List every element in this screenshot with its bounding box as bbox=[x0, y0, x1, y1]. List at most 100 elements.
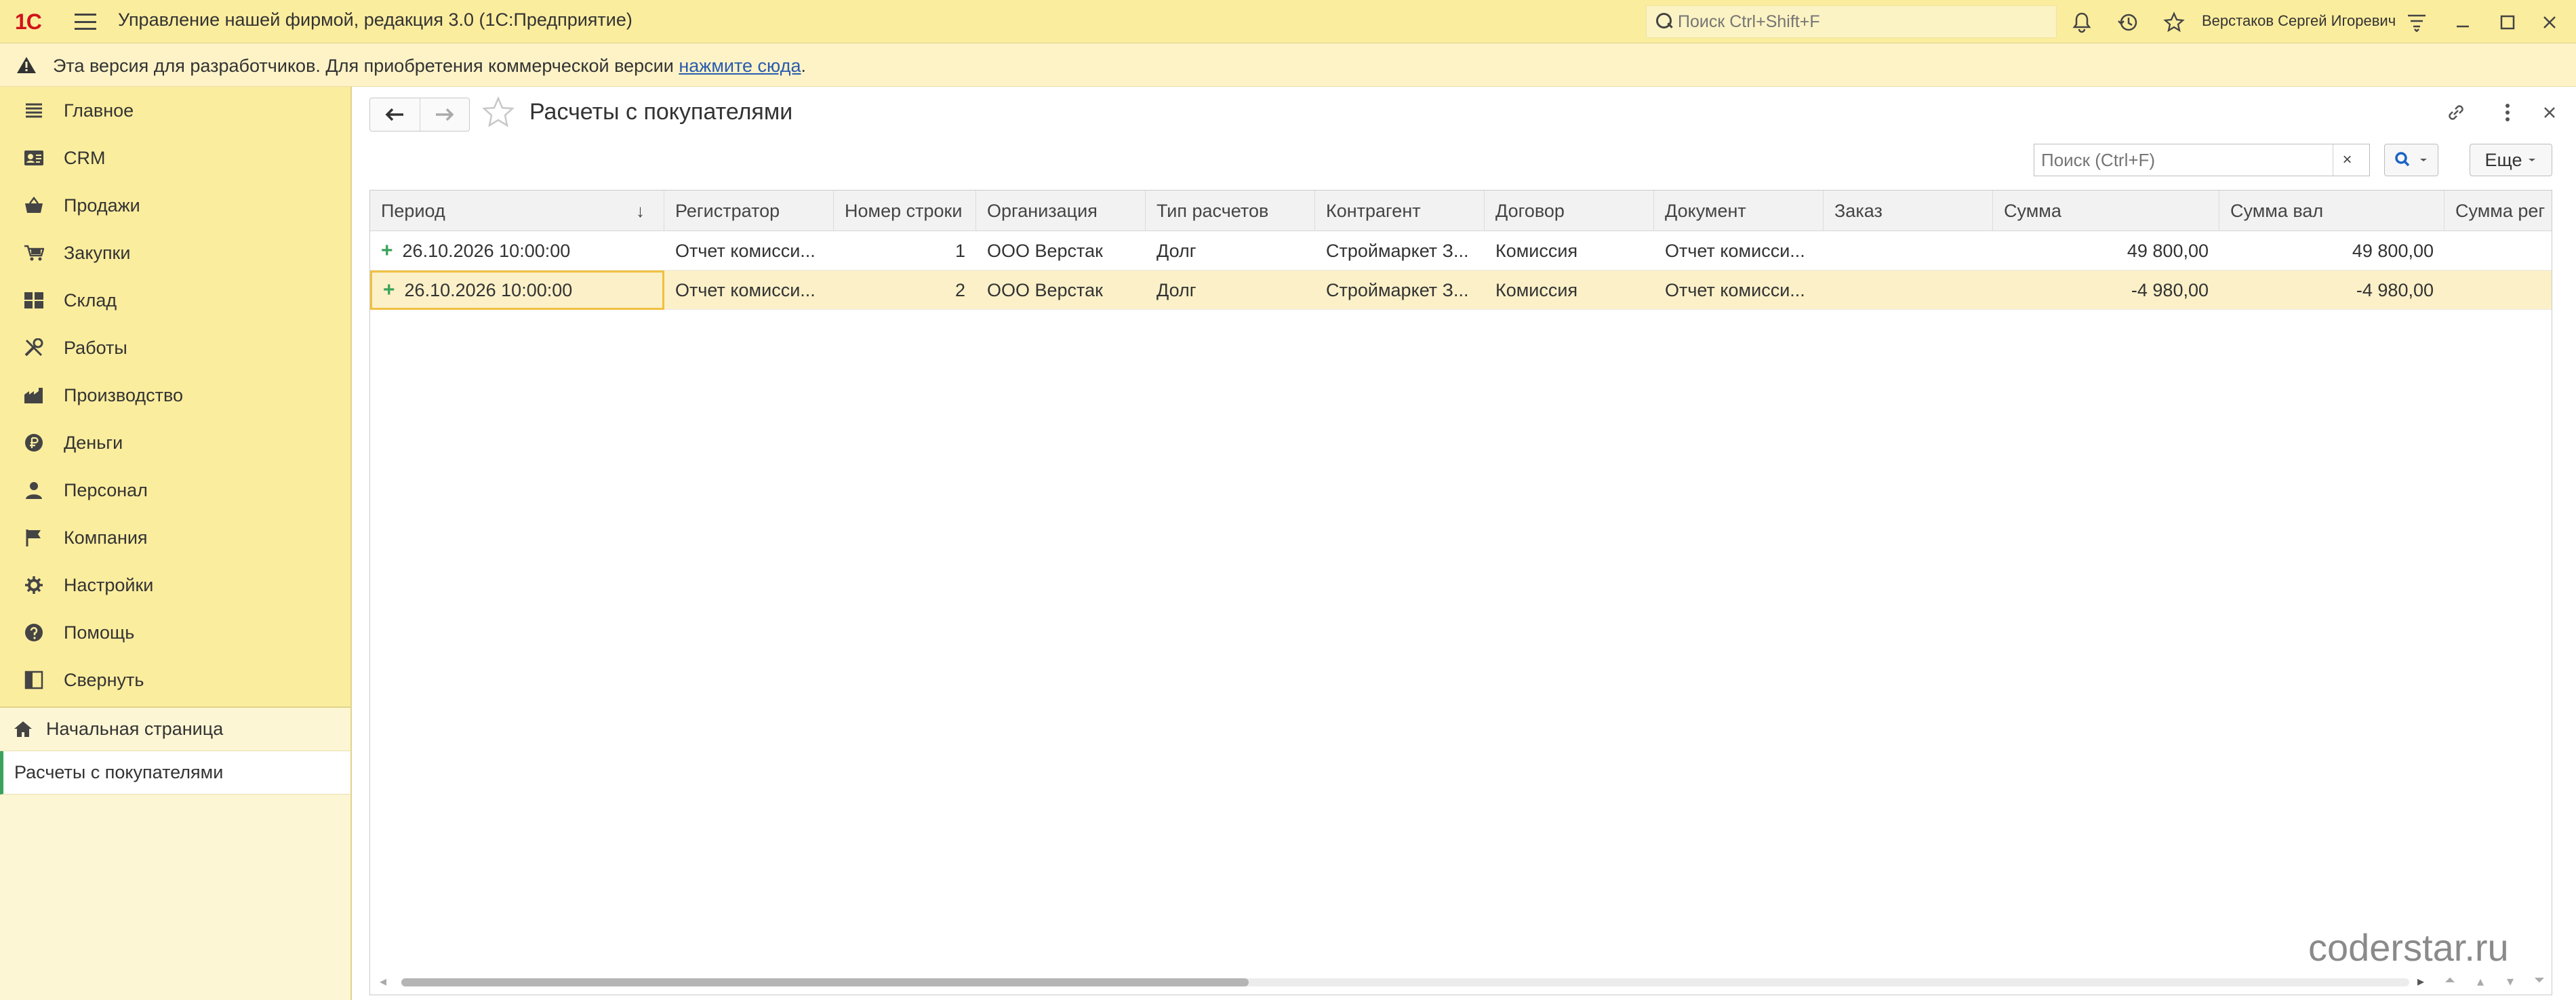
column-header-registrar[interactable]: Регистратор bbox=[664, 191, 834, 231]
cell-line-number[interactable]: 1 bbox=[834, 231, 976, 271]
list-search-field[interactable]: × bbox=[2034, 144, 2370, 176]
close-form-icon[interactable] bbox=[2537, 100, 2562, 125]
scrollbar-thumb[interactable] bbox=[401, 978, 1249, 986]
sidebar-item-label: Персонал bbox=[64, 479, 148, 500]
scroll-last-icon[interactable]: ⏷ bbox=[2534, 973, 2545, 988]
cell-document[interactable]: Отчет комисси... bbox=[1654, 271, 1824, 310]
cell-amount-reg[interactable] bbox=[2444, 231, 2552, 271]
contact-card-icon bbox=[23, 147, 45, 169]
minimize-icon[interactable] bbox=[2450, 9, 2476, 35]
more-vertical-icon[interactable] bbox=[2495, 100, 2520, 125]
sidebar-item-help[interactable]: Помощь bbox=[0, 609, 350, 656]
global-search[interactable] bbox=[1646, 5, 2057, 38]
favorites-star-icon[interactable] bbox=[2161, 9, 2187, 35]
cell-text: 26.10.2026 10:00:00 bbox=[402, 240, 571, 261]
cell-order[interactable] bbox=[1824, 271, 1993, 310]
back-arrow-icon[interactable] bbox=[370, 98, 420, 131]
cell-settlement-type[interactable]: Долг bbox=[1146, 231, 1315, 271]
home-icon bbox=[14, 720, 33, 741]
scroll-right-icon[interactable]: ▸ bbox=[2417, 973, 2424, 990]
title-bar: 1C Управление нашей фирмой, редакция 3.0… bbox=[0, 0, 2576, 43]
bell-icon[interactable] bbox=[2069, 9, 2095, 35]
clear-search-button[interactable]: × bbox=[2333, 144, 2361, 176]
table-row[interactable]: +26.10.2026 10:00:00 Отчет комисси... 1 … bbox=[370, 231, 2552, 271]
cell-organization[interactable]: ООО Верстак bbox=[976, 231, 1146, 271]
close-window-icon[interactable] bbox=[2537, 9, 2562, 35]
sidebar-item-purchases[interactable]: Закупки bbox=[0, 229, 350, 277]
column-header-document[interactable]: Документ bbox=[1654, 191, 1824, 231]
cell-contract[interactable]: Комиссия bbox=[1485, 231, 1654, 271]
sidebar-item-company[interactable]: Компания bbox=[0, 514, 350, 561]
main-menu-icon[interactable] bbox=[75, 14, 96, 30]
warning-icon bbox=[17, 57, 36, 73]
user-name[interactable]: Верстаков Сергей Игоревич bbox=[2202, 12, 2396, 30]
chevron-down-icon bbox=[2529, 159, 2536, 161]
cell-contract[interactable]: Комиссия bbox=[1485, 271, 1654, 310]
cell-amount-reg[interactable] bbox=[2444, 271, 2552, 310]
cell-amount-currency[interactable]: 49 800,00 bbox=[2219, 231, 2444, 271]
cell-counterparty[interactable]: Строймаркет З... bbox=[1315, 231, 1485, 271]
sidebar-item-label: Деньги bbox=[64, 432, 123, 453]
forward-arrow-icon[interactable] bbox=[419, 98, 470, 131]
horizontal-scrollbar[interactable]: ◂ ▸ ⏶ ▴ ▾ ⏷ bbox=[370, 970, 2552, 995]
add-to-favorites-star-icon[interactable] bbox=[481, 96, 515, 134]
maximize-icon[interactable] bbox=[2495, 9, 2520, 35]
sidebar-item-settings[interactable]: Настройки bbox=[0, 561, 350, 609]
list-search-input[interactable] bbox=[2034, 145, 2333, 175]
app-logo[interactable]: 1C bbox=[15, 9, 42, 34]
column-header-organization[interactable]: Организация bbox=[976, 191, 1146, 231]
cell-counterparty[interactable]: Строймаркет З... bbox=[1315, 271, 1485, 310]
cell-period-current[interactable]: +26.10.2026 10:00:00 bbox=[370, 271, 664, 310]
scroll-left-icon[interactable]: ◂ bbox=[380, 973, 386, 990]
link-icon[interactable] bbox=[2444, 100, 2468, 125]
scroll-first-icon[interactable]: ⏶ bbox=[2444, 973, 2455, 988]
cell-registrar[interactable]: Отчет комисси... bbox=[664, 271, 834, 310]
cell-order[interactable] bbox=[1824, 231, 1993, 271]
column-header-period[interactable]: Период ↓ bbox=[370, 191, 664, 231]
cell-amount-currency[interactable]: -4 980,00 bbox=[2219, 271, 2444, 310]
column-header-order[interactable]: Заказ bbox=[1824, 191, 1993, 231]
cell-amount[interactable]: 49 800,00 bbox=[1993, 231, 2219, 271]
home-page-link[interactable]: Начальная страница bbox=[0, 708, 350, 751]
sidebar-item-main[interactable]: Главное bbox=[0, 87, 350, 134]
sidebar-item-label: Настройки bbox=[64, 574, 154, 595]
cell-amount[interactable]: -4 980,00 bbox=[1993, 271, 2219, 310]
scroll-down-icon[interactable]: ▾ bbox=[2507, 973, 2514, 990]
cell-text: 26.10.2026 10:00:00 bbox=[404, 279, 573, 300]
sidebar-item-staff[interactable]: Персонал bbox=[0, 466, 350, 514]
sidebar-item-label: Склад bbox=[64, 289, 117, 311]
history-icon[interactable] bbox=[2115, 9, 2141, 35]
column-header-line-number[interactable]: Номер строки bbox=[834, 191, 976, 231]
sidebar-item-collapse[interactable]: Свернуть bbox=[0, 656, 350, 704]
open-form-settlements[interactable]: Расчеты с покупателями bbox=[0, 751, 350, 795]
column-header-amount[interactable]: Сумма bbox=[1993, 191, 2219, 231]
column-header-settlement-type[interactable]: Тип расчетов bbox=[1146, 191, 1315, 231]
settings-menu-icon[interactable] bbox=[2404, 9, 2430, 35]
sidebar-item-production[interactable]: Производство bbox=[0, 372, 350, 419]
open-windows-panel: Начальная страница Расчеты с покупателям… bbox=[0, 706, 350, 1000]
scroll-up-icon[interactable]: ▴ bbox=[2477, 973, 2484, 990]
income-plus-icon: + bbox=[381, 239, 393, 262]
column-header-counterparty[interactable]: Контрагент bbox=[1315, 191, 1485, 231]
sidebar-item-warehouse[interactable]: Склад bbox=[0, 277, 350, 324]
purchase-link[interactable]: нажмите сюда bbox=[679, 56, 801, 76]
cell-line-number[interactable]: 2 bbox=[834, 271, 976, 310]
cell-settlement-type[interactable]: Долг bbox=[1146, 271, 1315, 310]
table-row-selected[interactable]: +26.10.2026 10:00:00 Отчет комисси... 2 … bbox=[370, 271, 2552, 310]
sidebar-item-money[interactable]: Деньги bbox=[0, 419, 350, 466]
cell-document[interactable]: Отчет комисси... bbox=[1654, 231, 1824, 271]
more-button[interactable]: Еще bbox=[2470, 144, 2552, 176]
sidebar-item-works[interactable]: Работы bbox=[0, 324, 350, 372]
sort-descending-icon[interactable]: ↓ bbox=[636, 201, 645, 222]
global-search-input[interactable] bbox=[1678, 12, 2030, 32]
column-header-amount-reg[interactable]: Сумма рег bbox=[2444, 191, 2552, 231]
sidebar-item-sales[interactable]: Продажи bbox=[0, 182, 350, 229]
cell-period[interactable]: +26.10.2026 10:00:00 bbox=[370, 231, 664, 271]
records-table[interactable]: Период ↓ Регистратор Номер строки Органи… bbox=[369, 190, 2552, 995]
column-header-amount-currency[interactable]: Сумма вал bbox=[2219, 191, 2444, 231]
sidebar-item-crm[interactable]: CRM bbox=[0, 134, 350, 182]
column-header-contract[interactable]: Договор bbox=[1485, 191, 1654, 231]
cell-registrar[interactable]: Отчет комисси... bbox=[664, 231, 834, 271]
search-button[interactable] bbox=[2384, 144, 2438, 176]
cell-organization[interactable]: ООО Верстак bbox=[976, 271, 1146, 310]
